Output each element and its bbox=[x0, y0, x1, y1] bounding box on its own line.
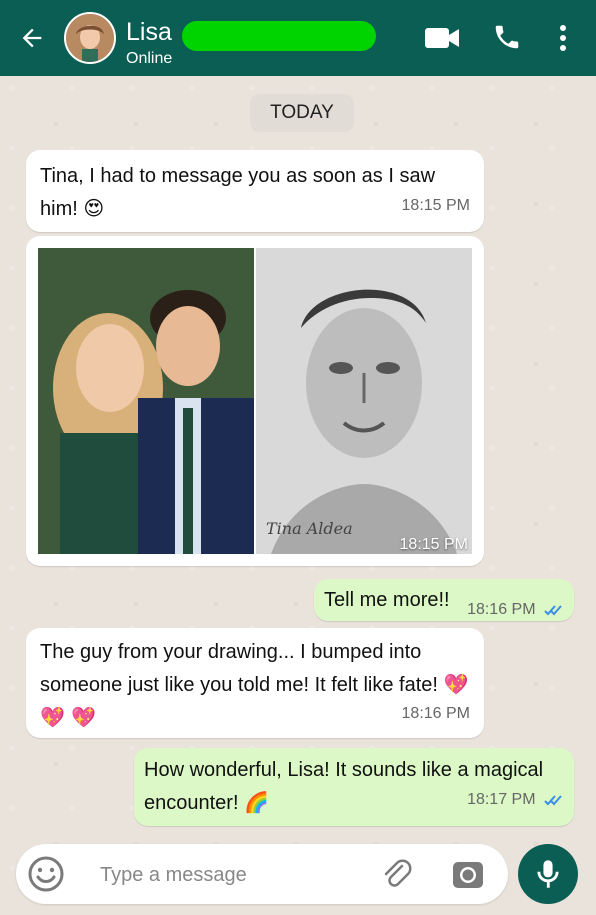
message-bubble-incoming[interactable]: The guy from your drawing... I bumped in… bbox=[26, 628, 484, 738]
message-time: 18:17 PM bbox=[467, 784, 564, 816]
message-bubble-incoming[interactable]: Tina, I had to message you as soon as I … bbox=[26, 150, 484, 232]
heart-eyes-emoji-icon: 😍 bbox=[83, 196, 105, 220]
message-text-content: The guy from your drawing... I bumped in… bbox=[40, 641, 438, 696]
avatar-portrait bbox=[66, 14, 114, 62]
portrait-sketch-illustration bbox=[256, 248, 472, 554]
message-bubble-outgoing[interactable]: Tell me more!! 18:16 PM bbox=[314, 579, 574, 621]
arrow-left-icon[interactable] bbox=[18, 24, 46, 52]
microphone-button[interactable] bbox=[518, 844, 578, 904]
message-input[interactable] bbox=[98, 858, 362, 892]
image-time: 18:15 PM bbox=[399, 536, 468, 553]
message-bubble-outgoing[interactable]: How wonderful, Lisa! It sounds like a ma… bbox=[134, 748, 574, 826]
paperclip-icon[interactable] bbox=[378, 856, 414, 892]
double-check-icon bbox=[544, 795, 562, 806]
avatar[interactable] bbox=[64, 12, 116, 64]
emoji-icon[interactable] bbox=[28, 856, 64, 892]
couple-photo-illustration bbox=[38, 248, 254, 554]
message-time-text: 18:16 PM bbox=[467, 601, 536, 618]
chat-header: Lisa Online bbox=[0, 0, 596, 76]
phone-icon[interactable] bbox=[492, 22, 522, 52]
contact-status: Online bbox=[126, 50, 173, 67]
message-text: Tell me more!! bbox=[324, 589, 450, 611]
contact-name[interactable]: Lisa bbox=[126, 18, 172, 47]
couple-photo[interactable] bbox=[38, 248, 254, 554]
microphone-icon bbox=[537, 860, 559, 888]
message-time-text: 18:17 PM bbox=[467, 791, 536, 808]
message-time: 18:15 PM bbox=[401, 197, 470, 214]
date-divider: TODAY bbox=[250, 94, 354, 132]
portrait-sketch[interactable]: Tina Aldea bbox=[256, 248, 472, 554]
camera-icon[interactable] bbox=[450, 856, 486, 892]
kebab-menu-icon[interactable] bbox=[552, 22, 574, 54]
rainbow-emoji-icon: 🌈 bbox=[244, 790, 269, 814]
message-time: 18:16 PM bbox=[401, 705, 470, 722]
double-check-icon bbox=[544, 605, 562, 616]
image-message[interactable]: Tina Aldea 18:15 PM bbox=[26, 236, 484, 566]
sketch-signature: Tina Aldea bbox=[266, 519, 353, 538]
message-composer bbox=[16, 844, 508, 904]
redaction-bar bbox=[182, 21, 376, 51]
message-time: 18:16 PM bbox=[467, 594, 564, 626]
video-call-icon[interactable] bbox=[424, 24, 460, 52]
